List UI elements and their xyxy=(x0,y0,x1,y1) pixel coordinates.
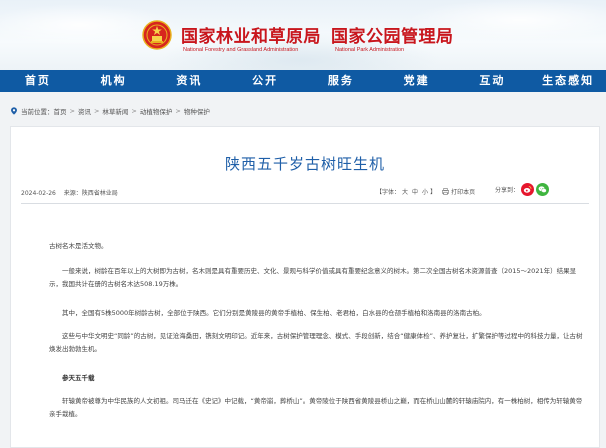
breadcrumb-prefix: 当前位置： xyxy=(21,108,54,116)
nav-news[interactable]: 资讯 xyxy=(152,70,228,92)
breadcrumb-separator: > xyxy=(69,107,75,115)
article-tools: 【字体： 大 中 小 】 打印本页 xyxy=(376,187,475,196)
wechat-icon xyxy=(538,186,547,193)
share-wechat-button[interactable] xyxy=(536,183,550,196)
article-date: 2024-02-26 xyxy=(21,190,56,197)
article-paragraph-4: 这些与中华文明史“同龄”的古树，见证沧海桑田，镌刻文明印记。近年来，古树保护管理… xyxy=(49,332,583,353)
site-header: 国家林业和草原局 国家公园管理局 National Forestry and Gr… xyxy=(0,0,606,70)
share-label: 分享到： xyxy=(495,187,520,194)
main-nav: 首页 机构 资讯 公开 服务 党建 互动 生态感知 xyxy=(0,70,606,92)
title-en-forestry: National Forestry and Grassland Administ… xyxy=(183,47,299,53)
nav-interaction[interactable]: 互动 xyxy=(455,70,531,92)
breadcrumb: 当前位置： 首页 > 资讯 > 林草新闻 > 动植物保护 > 物种保护 xyxy=(10,106,210,116)
site-title-cn[interactable]: 国家林业和草原局 国家公园管理局 xyxy=(181,22,454,47)
breadcrumb-news[interactable]: 资讯 xyxy=(78,106,91,116)
font-size-medium[interactable]: 中 xyxy=(412,187,418,196)
nav-home[interactable]: 首页 xyxy=(0,70,76,92)
breadcrumb-forestry-news[interactable]: 林草新闻 xyxy=(102,106,128,116)
breadcrumb-separator: > xyxy=(93,107,100,115)
article-card: 陕西五千岁古树旺生机 2024-02-26 来源：陕西省林业局 【字体： 大 中… xyxy=(10,126,600,448)
article-subheading: 参天五千载 xyxy=(62,374,95,382)
nav-public[interactable]: 公开 xyxy=(227,70,303,92)
article-title: 陕西五千岁古树旺生机 xyxy=(224,155,385,173)
article-paragraph-2: 一般来说，树龄在百年以上的大树即为古树，名木则是具有重要历史、文化、景观与科学价… xyxy=(49,267,577,288)
breadcrumb-separator: > xyxy=(175,107,181,115)
nav-ecology[interactable]: 生态感知 xyxy=(530,70,606,92)
font-size-large[interactable]: 大 xyxy=(402,187,408,196)
title-en-park: National Park Administration xyxy=(335,47,405,53)
nav-service[interactable]: 服务 xyxy=(303,70,379,92)
nav-organization[interactable]: 机构 xyxy=(76,70,152,92)
share-weibo-button[interactable] xyxy=(521,183,535,196)
location-pin-icon xyxy=(11,107,17,115)
title-park: 国家公园管理局 xyxy=(331,27,454,47)
weibo-icon xyxy=(523,185,532,193)
print-button[interactable]: 打印本页 xyxy=(451,187,475,196)
breadcrumb-species[interactable]: 物种保护 xyxy=(184,106,210,116)
title-forestry: 国家林业和草原局 xyxy=(181,27,321,47)
meta-divider xyxy=(21,203,589,204)
article-paragraph-3: 其中，全国有5株5000年树龄古树，全部位于陕西。它们分别是黄陵县的黄帝手植柏、… xyxy=(62,309,486,317)
font-size-close: 】 xyxy=(430,189,437,196)
breadcrumb-separator: > xyxy=(131,107,137,115)
article-paragraph-1: 古树名木是活文物。 xyxy=(49,242,108,250)
article-meta: 2024-02-26 来源：陕西省林业局 xyxy=(21,188,118,197)
national-emblem-icon[interactable] xyxy=(142,20,172,50)
font-size-small[interactable]: 小 xyxy=(422,187,428,196)
article-paragraph-5: 轩辕黄帝被尊为中华民族的人文初祖。司马迁在《史记》中记载，“黄帝崩，葬桥山”。黄… xyxy=(49,397,583,418)
print-icon[interactable] xyxy=(442,188,450,195)
nav-party[interactable]: 党建 xyxy=(379,70,455,92)
breadcrumb-home[interactable]: 首页 xyxy=(54,106,67,116)
breadcrumb-wildlife[interactable]: 动植物保护 xyxy=(140,106,173,116)
font-size-label: 【字体： xyxy=(376,189,401,196)
article-source: 来源：陕西省林业局 xyxy=(63,190,118,197)
share-bar: 分享到： xyxy=(495,183,550,196)
